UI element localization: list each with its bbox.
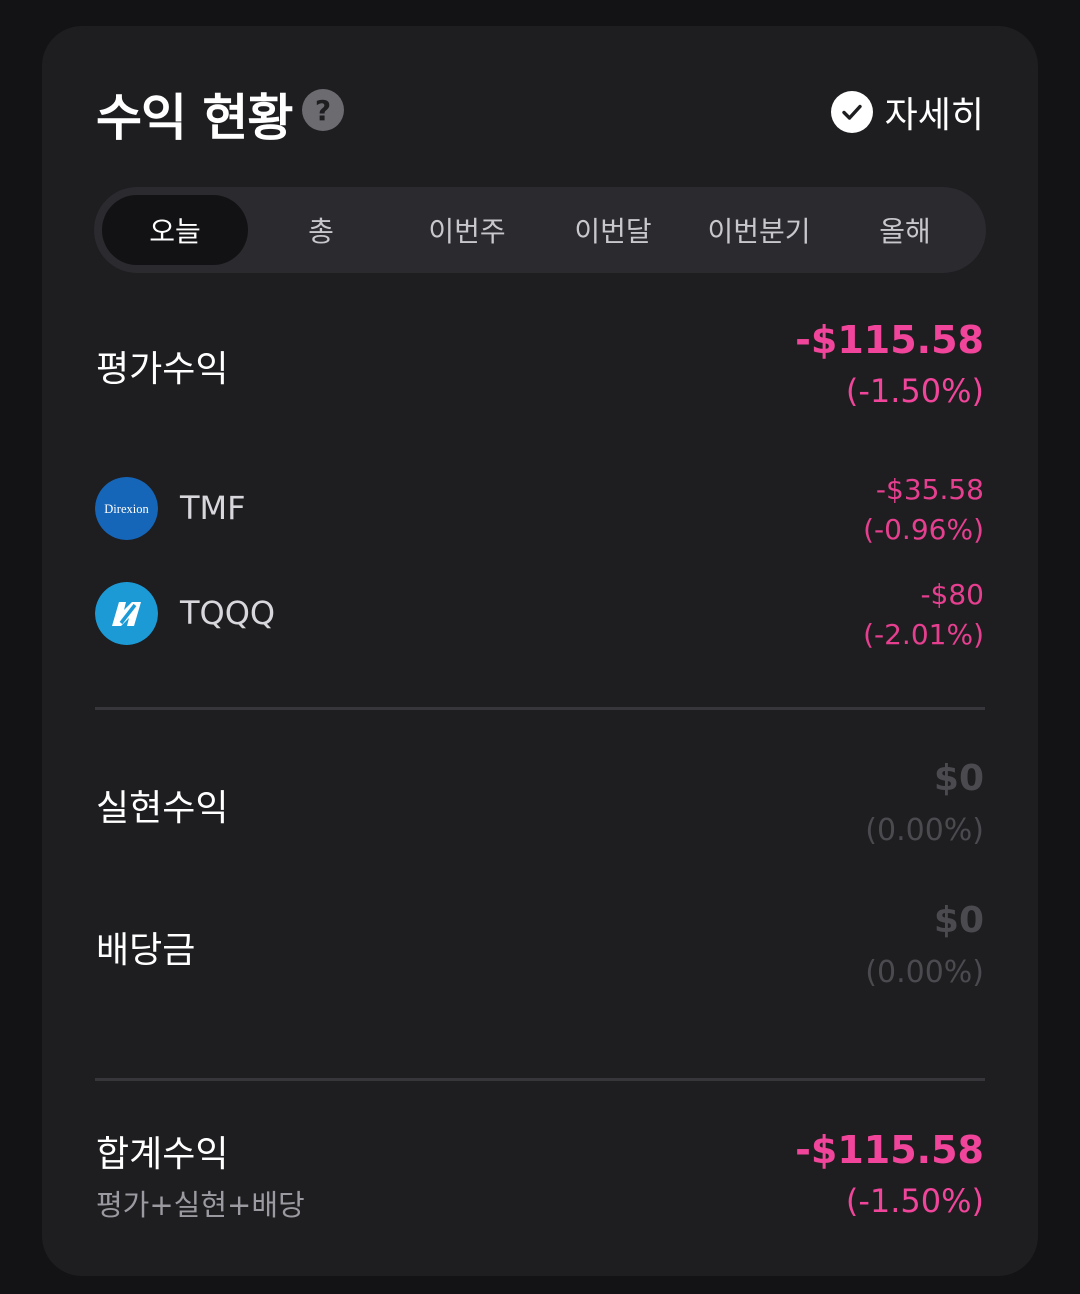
detail-label: 자세히	[884, 95, 984, 136]
dividend-amount: $0	[933, 900, 984, 941]
direxion-logo-text: Direxion	[104, 502, 149, 516]
divider	[95, 707, 985, 710]
holding-name-tqqq[interactable]: TQQQ	[180, 594, 275, 632]
holding-name-tmf[interactable]: TMF	[180, 489, 246, 527]
realized-profit-amount: $0	[933, 758, 984, 799]
tab-this-week[interactable]: 이번주	[394, 195, 540, 265]
page-title: 수익 현황	[96, 89, 293, 147]
holding-amount-tmf: -$35.58	[875, 473, 984, 506]
tab-this-year[interactable]: 올해	[832, 195, 978, 265]
proshares-logo-icon	[95, 582, 158, 645]
help-icon[interactable]: ?	[302, 89, 344, 131]
total-profit-label: 합계수익	[96, 1134, 229, 1175]
unrealized-profit-percent: (-1.50%)	[845, 372, 984, 410]
profit-summary-card: 수익 현황 ? 자세히 오늘 총 이번주 이번달 이번분기 올해 평가수익 -$…	[42, 26, 1038, 1276]
tab-this-quarter[interactable]: 이번분기	[686, 195, 832, 265]
dividend-label: 배당금	[96, 930, 196, 971]
total-profit-sublabel: 평가+실현+배당	[96, 1188, 305, 1222]
period-tabs: 오늘 총 이번주 이번달 이번분기 올해	[94, 187, 986, 273]
realized-profit-label: 실현수익	[96, 788, 229, 829]
total-profit-amount: -$115.58	[795, 1128, 984, 1172]
tab-today[interactable]: 오늘	[102, 195, 248, 265]
divider	[95, 1078, 985, 1081]
tab-this-month[interactable]: 이번달	[540, 195, 686, 265]
holding-percent-tmf: (-0.96%)	[863, 513, 984, 546]
dividend-percent: (0.00%)	[865, 955, 984, 990]
unrealized-profit-label: 평가수익	[96, 349, 229, 390]
holding-amount-tqqq: -$80	[920, 578, 984, 611]
total-profit-percent: (-1.50%)	[845, 1182, 984, 1220]
holding-percent-tqqq: (-2.01%)	[863, 618, 984, 651]
checkmark-icon	[830, 91, 873, 133]
direxion-logo-icon: Direxion	[95, 477, 158, 540]
realized-profit-percent: (0.00%)	[865, 813, 984, 848]
unrealized-profit-amount: -$115.58	[795, 318, 984, 362]
detail-toggle[interactable]: 자세히	[830, 86, 984, 138]
tab-total[interactable]: 총	[248, 195, 394, 265]
